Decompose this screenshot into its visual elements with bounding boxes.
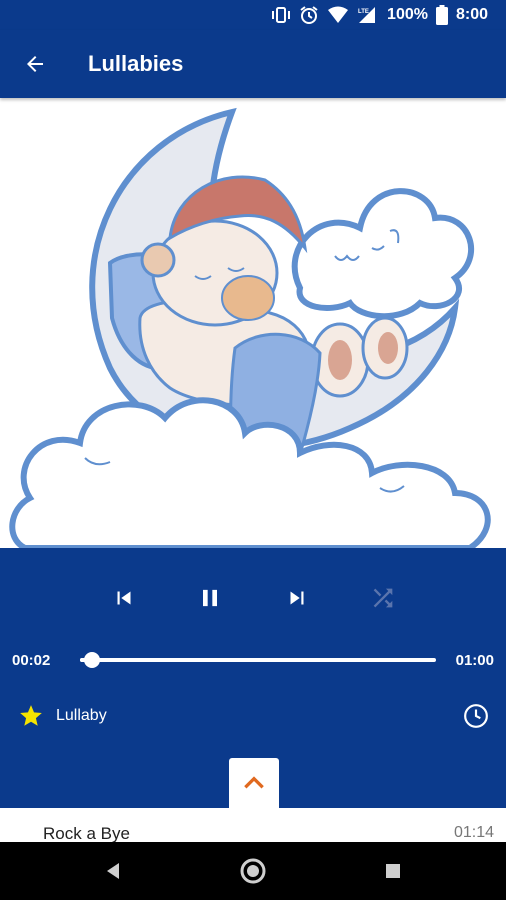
player-panel: 00:02 01:00 Lullaby: [0, 548, 506, 808]
pause-button[interactable]: [190, 578, 230, 618]
total-time: 01:00: [455, 652, 494, 669]
system-nav-bar: [0, 842, 506, 900]
seek-thumb[interactable]: [83, 652, 100, 668]
category-label: Lullaby: [56, 707, 107, 724]
shuffle-button[interactable]: [363, 578, 403, 618]
status-bar: LTE 100% 8:00: [0, 0, 506, 30]
recents-square-icon: [386, 864, 400, 878]
clock-time: 8:00: [455, 6, 488, 23]
list-item[interactable]: Rock a Bye 01:14: [0, 808, 506, 842]
network-label: LTE: [358, 9, 369, 15]
cell-signal-icon: LTE: [357, 5, 379, 25]
nav-back-button[interactable]: [98, 856, 128, 886]
pause-icon: [203, 589, 217, 607]
wifi-icon: [327, 6, 349, 24]
home-circle-icon: [240, 858, 266, 884]
back-triangle-icon: [107, 863, 119, 879]
battery-icon: [435, 5, 448, 25]
shuffle-icon: [373, 588, 393, 608]
playlist: Rock a Bye 01:14: [0, 808, 506, 842]
next-button[interactable]: [277, 578, 317, 618]
back-button[interactable]: [0, 30, 70, 98]
page-title: Lullabies: [88, 51, 184, 76]
screen: LTE 100% 8:00 Lullabies 00:02 01:00 Lull…: [0, 0, 506, 900]
app-bar: Lullabies: [0, 30, 506, 98]
battery-text: 100%: [387, 6, 428, 23]
skip-next-icon: [290, 591, 304, 605]
skip-previous-icon: [117, 591, 131, 605]
album-artwork: [0, 98, 506, 548]
playback-controls: [0, 578, 506, 618]
previous-button[interactable]: [104, 578, 144, 618]
expand-playlist-button[interactable]: [229, 758, 279, 808]
sleep-timer-button[interactable]: [462, 702, 490, 730]
clock-icon: [464, 704, 488, 728]
star-icon[interactable]: [18, 703, 44, 729]
nav-recents-button[interactable]: [378, 856, 408, 886]
song-title: Rock a Bye: [43, 824, 130, 842]
chevron-up-icon: [244, 776, 264, 789]
seek-bar[interactable]: [80, 652, 436, 668]
arrow-back-icon: [27, 56, 43, 72]
sleeping-bear-illustration: [9, 107, 491, 548]
vibrate-icon: [271, 6, 291, 24]
song-duration: 01:14: [453, 824, 494, 841]
category-row: Lullaby: [0, 698, 506, 734]
nav-home-button[interactable]: [238, 856, 268, 886]
alarm-icon: [299, 5, 319, 25]
current-time: 00:02: [12, 652, 51, 669]
